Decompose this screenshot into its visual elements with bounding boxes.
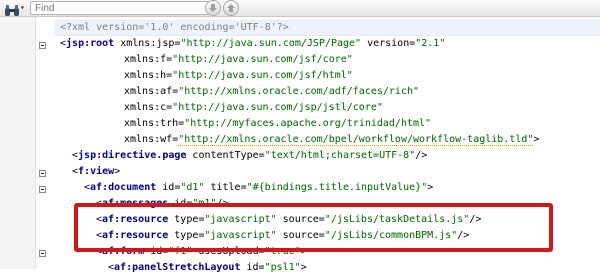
editor-gutter [0, 17, 36, 269]
code-line: <jsp:directive.page contentType="text/ht… [72, 148, 427, 164]
code-token: xmlns:trh= [124, 118, 185, 129]
find-next-button[interactable] [205, 0, 221, 16]
code-token: > [533, 134, 540, 145]
find-input[interactable] [30, 1, 212, 15]
fold-toggle-icon[interactable] [39, 186, 46, 193]
code-token: "http://java.sun.com/jsp/jstl/core" [172, 102, 383, 113]
code-line: <jsp:root xmlns:jsp="http://java.sun.com… [60, 36, 445, 52]
code-line: <f:view> [72, 164, 120, 180]
code-line: xmlns:h="http://java.sun.com/jsf/html" [124, 68, 353, 84]
code-token: af:document [90, 182, 157, 193]
code-token: "http://xmlns.oracle.com/adf/faces/rich" [178, 86, 420, 97]
code-token: id= [240, 262, 265, 273]
code-token: "d1" [180, 182, 205, 193]
highlight-annotation-box [74, 203, 553, 252]
code-token: "http://myfaces.apache.org/trinidad/html… [184, 118, 432, 129]
code-token: > [427, 182, 434, 193]
code-token: /> [415, 150, 428, 161]
code-token: contentType= [186, 150, 265, 161]
code-line: xmlns:wf="http://xmlns.oracle.com/bpel/w… [124, 132, 539, 148]
code-token: xmlns:jsp= [114, 38, 181, 49]
arrow-down-icon [209, 4, 217, 12]
code-line: xmlns:f="http://java.sun.com/jsf/core" [124, 52, 353, 68]
code-line: <af:panelStretchLayout id="psl1"> [108, 260, 307, 276]
code-token: jsp:root [66, 38, 115, 49]
code-token: xmlns:wf= [124, 134, 179, 145]
code-token: xmlns:c= [124, 102, 173, 113]
code-token: "http://xmlns.oracle.com/bpel/workflow/w… [178, 134, 534, 146]
search-options-dropdown-icon[interactable]: ▾ [20, 4, 25, 12]
code-token: "http://java.sun.com/jsf/core" [172, 54, 353, 65]
code-token: "psl1" [264, 262, 301, 273]
binoculars-icon[interactable] [4, 2, 20, 16]
code-token: af:panelStretchLayout [114, 262, 241, 273]
code-token: "http://java.sun.com/JSP/Page" [180, 38, 362, 49]
code-token: version= [361, 38, 416, 49]
code-line: xmlns:trh="http://myfaces.apache.org/tri… [124, 116, 431, 132]
code-token: id= [156, 182, 181, 193]
code-line: xmlns:c="http://java.sun.com/jsp/jstl/co… [124, 100, 383, 116]
code-token: "2.1" [415, 38, 446, 49]
code-token: f:view [78, 166, 115, 177]
code-line: <?xml version='1.0' encoding='UTF-8'?> [60, 20, 289, 36]
code-token: xmlns:h= [124, 70, 173, 81]
code-token: <?xml version='1.0' encoding='UTF-8'?> [60, 22, 289, 33]
fold-toggle-icon[interactable] [39, 170, 46, 177]
arrow-up-icon [227, 4, 235, 12]
code-line: xmlns:af="http://xmlns.oracle.com/adf/fa… [124, 84, 419, 100]
code-token: "text/html;charset=UTF-8" [264, 150, 416, 161]
code-token: "http://java.sun.com/jsf/html" [172, 70, 353, 81]
code-token: xmlns:f= [124, 54, 173, 65]
code-token: title= [204, 182, 247, 193]
code-line: <af:document id="d1" title="#{bindings.t… [84, 180, 433, 196]
fold-toggle-icon[interactable] [39, 250, 46, 257]
find-previous-button[interactable] [223, 0, 239, 16]
code-token: xmlns:af= [124, 86, 179, 97]
find-toolbar: ▾ [0, 0, 600, 17]
code-token: > [114, 166, 121, 177]
code-token: > [300, 262, 307, 273]
code-token: "#{bindings.title.inputValue}" [246, 182, 428, 193]
code-token: jsp:directive.page [78, 150, 187, 161]
fold-toggle-icon[interactable] [39, 42, 46, 49]
